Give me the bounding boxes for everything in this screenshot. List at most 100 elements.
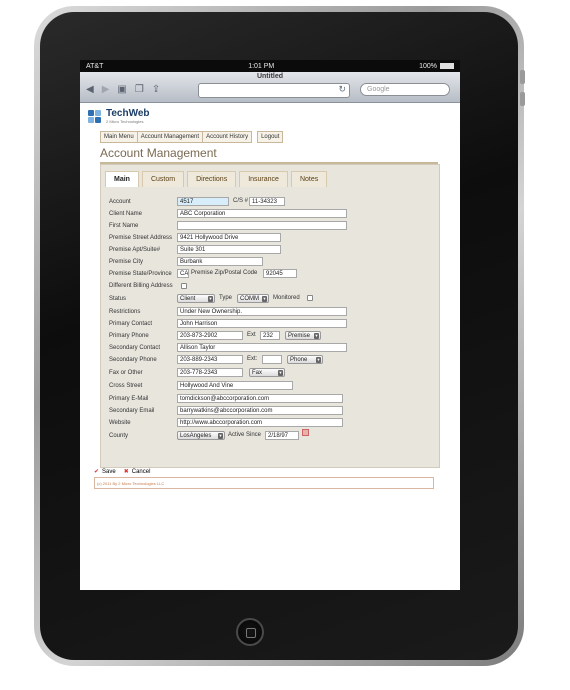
premise-apt-label: Premise Apt/Suite# bbox=[109, 247, 161, 253]
volume-button bbox=[520, 70, 525, 84]
tab-insurance[interactable]: Insurance bbox=[239, 171, 288, 187]
restrictions-label: Restrictions bbox=[109, 309, 141, 315]
save-button[interactable]: ✔ Save bbox=[94, 468, 116, 476]
client-name-field[interactable]: ABC Corporation bbox=[177, 209, 347, 218]
first-name-field[interactable] bbox=[177, 221, 347, 230]
primary-email-field[interactable]: tomdickson@abccorporation.com bbox=[177, 394, 343, 403]
active-since-field[interactable]: 2/18/97 bbox=[265, 431, 299, 440]
status-select[interactable]: Client ▼ bbox=[177, 294, 215, 303]
logo-name: TechWeb bbox=[106, 108, 150, 119]
secondary-email-label: Secondary Email bbox=[109, 408, 155, 414]
restrictions-field[interactable]: Under New Ownership. bbox=[177, 307, 347, 316]
chevron-down-icon: ▼ bbox=[316, 357, 321, 363]
bookmarks-icon[interactable]: ▣ bbox=[117, 84, 126, 95]
home-button[interactable] bbox=[236, 618, 264, 646]
volume-button bbox=[520, 92, 525, 106]
nav-account-management[interactable]: Account Management bbox=[136, 131, 204, 143]
tab-directions[interactable]: Directions bbox=[187, 171, 237, 187]
fax-field[interactable]: 203-778-2343 bbox=[177, 368, 243, 377]
primary-phone-label: Primary Phone bbox=[109, 333, 149, 339]
share-icon[interactable]: ⇪ bbox=[152, 84, 160, 95]
premise-city-field[interactable]: Burbank bbox=[177, 257, 263, 266]
county-select[interactable]: LosAngeles ▼ bbox=[177, 431, 225, 440]
type-select[interactable]: COMM ▼ bbox=[237, 294, 269, 303]
premise-state-field[interactable]: CA bbox=[177, 269, 189, 278]
back-icon[interactable]: ◀ bbox=[86, 84, 94, 95]
home-square-icon bbox=[246, 628, 256, 638]
premise-state-label: Premise State/Province bbox=[109, 271, 172, 277]
premise-city-label: Premise City bbox=[109, 259, 144, 265]
fax-type-select[interactable]: Fax ▼ bbox=[249, 368, 285, 377]
premise-apt-field[interactable]: Suite 301 bbox=[177, 245, 281, 254]
screen: AT&T 1:01 PM 100% Untitled ◀ ▶ ▣ ❐ ⇪ ↻ G… bbox=[80, 60, 460, 590]
action-bar: ✔ Save ✖ Cancel bbox=[94, 468, 151, 476]
url-field[interactable]: ↻ bbox=[198, 83, 350, 98]
website-field[interactable]: http://www.abccorporation.com bbox=[177, 418, 343, 427]
nav-main-menu[interactable]: Main Menu bbox=[100, 131, 138, 143]
active-since-label: Active Since bbox=[228, 432, 262, 438]
secondary-ext-label: Ext: bbox=[247, 356, 258, 362]
premise-street-field[interactable]: 9421 Hollywood Drive bbox=[177, 233, 281, 242]
tab-custom[interactable]: Custom bbox=[141, 171, 185, 187]
account-label: Account bbox=[109, 199, 131, 205]
status-label: Status bbox=[109, 296, 127, 302]
premise-street-label: Premise Street Address bbox=[109, 235, 173, 241]
premise-zip-field[interactable]: 92045 bbox=[263, 269, 297, 278]
section-heading: Account Management bbox=[100, 146, 438, 164]
chevron-down-icon: ▼ bbox=[218, 433, 223, 439]
different-billing-label: Different Billing Address bbox=[109, 283, 173, 289]
cancel-button[interactable]: ✖ Cancel bbox=[123, 468, 151, 476]
logo-mark-icon bbox=[88, 109, 102, 124]
cross-street-field[interactable]: Hollywood And Vine bbox=[177, 381, 293, 390]
secondary-phone-field[interactable]: 203-889-2343 bbox=[177, 355, 243, 364]
first-name-label: First Name bbox=[109, 223, 139, 229]
primary-phone-field[interactable]: 203-873-2902 bbox=[177, 331, 243, 340]
chevron-down-icon: ▼ bbox=[314, 333, 319, 339]
webpage: TechWeb 2 Micro Technologies Main Menu A… bbox=[80, 103, 460, 590]
secondary-phone-label: Secondary Phone bbox=[109, 357, 157, 363]
battery-icon bbox=[439, 62, 454, 69]
secondary-contact-field[interactable]: Allison Taylor bbox=[177, 343, 347, 352]
type-label: Type bbox=[219, 295, 233, 301]
website-label: Website bbox=[109, 420, 131, 426]
tab-bar: Main Custom Directions Insurance Notes bbox=[101, 165, 439, 187]
county-label: County bbox=[109, 433, 129, 439]
open-book-icon[interactable]: ❐ bbox=[135, 84, 144, 95]
tab-notes[interactable]: Notes bbox=[290, 171, 328, 187]
cross-street-label: Cross Street bbox=[109, 383, 143, 389]
primary-ext-field[interactable]: 232 bbox=[260, 331, 280, 340]
monitored-checkbox[interactable] bbox=[307, 295, 313, 301]
battery-indicator: 100% bbox=[419, 63, 454, 70]
calendar-icon[interactable] bbox=[302, 429, 309, 436]
reload-icon[interactable]: ↻ bbox=[338, 84, 346, 95]
page-title: Untitled bbox=[256, 73, 284, 80]
check-icon: ✔ bbox=[94, 469, 100, 475]
primary-phone-type-select[interactable]: Premise ▼ bbox=[285, 331, 321, 340]
chevron-down-icon: ▼ bbox=[278, 370, 283, 376]
primary-contact-field[interactable]: John Harrison bbox=[177, 319, 347, 328]
search-input[interactable]: Google bbox=[360, 83, 450, 96]
monitored-label: Monitored bbox=[273, 295, 300, 301]
client-name-label: Client Name bbox=[109, 211, 143, 217]
different-billing-checkbox[interactable] bbox=[181, 283, 187, 289]
tab-main[interactable]: Main bbox=[105, 171, 139, 187]
chevron-down-icon: ▼ bbox=[262, 296, 267, 302]
cs-number-label: C/S # bbox=[233, 198, 249, 204]
status-bar: AT&T 1:01 PM 100% bbox=[80, 60, 460, 72]
footer: (c) 2011 By 2 Micro Technologies LLC bbox=[94, 477, 434, 489]
close-icon: ✖ bbox=[123, 469, 129, 475]
browser-toolbar: Untitled ◀ ▶ ▣ ❐ ⇪ ↻ Google bbox=[80, 72, 460, 103]
secondary-email-field[interactable]: barrywatkins@abccorporation.com bbox=[177, 406, 343, 415]
premise-zip-label: Premise Zip/Postal Code bbox=[191, 270, 258, 276]
nav-account-history[interactable]: Account History bbox=[202, 131, 253, 143]
account-field[interactable]: 4517 bbox=[177, 197, 229, 206]
forward-icon[interactable]: ▶ bbox=[102, 84, 110, 95]
secondary-ext-field[interactable] bbox=[262, 355, 282, 364]
logo-tagline: 2 Micro Technologies bbox=[106, 119, 144, 124]
account-panel: Main Custom Directions Insurance Notes A… bbox=[100, 164, 440, 468]
nav-logout[interactable]: Logout bbox=[257, 131, 284, 143]
primary-email-label: Primary E-Mail bbox=[109, 396, 149, 402]
cs-number-field[interactable]: 11-34323 bbox=[249, 197, 285, 206]
carrier-label: AT&T bbox=[86, 62, 104, 70]
secondary-phone-type-select[interactable]: Phone ▼ bbox=[287, 355, 323, 364]
